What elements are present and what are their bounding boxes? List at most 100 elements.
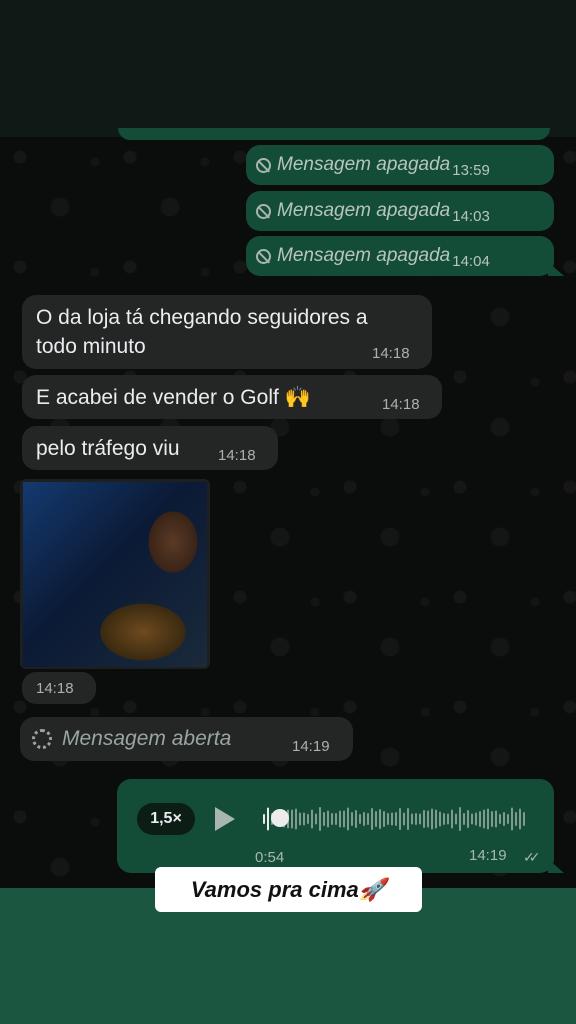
waveform-bar [263,814,265,824]
waveform-bar [499,814,501,824]
waveform-bar [307,814,309,824]
waveform-bar [515,812,517,826]
play-icon[interactable] [215,807,235,831]
waveform-bar [479,811,481,827]
photo-image[interactable] [23,482,207,667]
audio-message[interactable]: 1,5× 0:54 14:19 ✓✓ [117,779,564,873]
waveform-bar [447,813,449,825]
waveform-bar [495,810,497,828]
waveform-bar [431,808,433,830]
waveform-bar [403,812,405,826]
waveform-bar [319,807,321,831]
top-band [0,0,576,137]
waveform-bar [471,813,473,825]
waveform-bar [371,808,373,830]
audio-waveform[interactable] [263,801,533,837]
playback-speed-button[interactable]: 1,5× [137,803,195,835]
waveform-bar [443,813,445,825]
deleted-message[interactable]: Mensagem apagada 14:04 [246,236,564,276]
waveform-bar [315,813,317,825]
story-caption[interactable]: Vamos pra cima🚀 [155,867,422,912]
waveform-bar [451,809,453,829]
waveform-bar [339,810,341,828]
view-once-message[interactable]: Mensagem aberta 14:19 [20,717,353,761]
waveform-bar [419,813,421,825]
message-time: 14:03 [452,207,490,225]
deleted-text: Mensagem apagada [277,200,451,221]
incoming-message[interactable]: E acabei de vender o Golf 🙌 14:18 [22,375,442,419]
bubble-tail [548,859,564,873]
outgoing-bubble-partial[interactable] [118,128,550,140]
incoming-message[interactable]: pelo tráfego viu 14:18 [22,426,278,470]
playback-scrubber[interactable] [271,809,289,827]
waveform-bar [383,811,385,827]
deleted-icon [256,157,271,173]
incoming-message[interactable]: O da loja tá chegando seguidores a todo … [22,295,432,369]
photo-time-pill: 14:18 [22,672,96,704]
waveform-bar [311,809,313,829]
waveform-bar [335,813,337,825]
deleted-text: Mensagem apagada [277,245,451,266]
waveform-bar [367,813,369,825]
waveform-bar [391,812,393,826]
message-text-line: O da loja tá chegando seguidores a [36,306,368,329]
waveform-bar [267,807,269,831]
waveform-bar [363,812,365,826]
waveform-bar [483,809,485,829]
waveform-bar [375,811,377,827]
waveform-bar [523,812,525,826]
waveform-bar [399,808,401,830]
waveform-bar [427,810,429,828]
waveform-bar [323,812,325,826]
message-time: 14:04 [452,252,490,270]
waveform-bar [331,813,333,825]
deleted-text: Mensagem apagada [277,154,451,175]
waveform-bar [291,809,293,829]
message-text: E acabei de vender o Golf 🙌 [36,386,311,409]
waveform-bar [395,812,397,826]
waveform-bar [455,813,457,825]
waveform-bar [347,807,349,831]
bubble-tail [548,262,564,276]
waveform-bar [299,812,301,826]
waveform-bar [475,812,477,826]
photo-message[interactable] [20,479,210,669]
message-time: 14:19 [469,847,507,864]
view-once-text: Mensagem aberta [62,727,232,750]
waveform-bar [435,809,437,829]
waveform-bar [295,808,297,830]
message-time: 13:59 [452,161,490,179]
waveform-bar [439,811,441,827]
double-check-icon: ✓✓ [523,849,541,865]
waveform-bar [463,813,465,825]
waveform-bar [415,813,417,825]
audio-duration: 0:54 [255,849,285,866]
deleted-message[interactable]: Mensagem apagada 14:03 [246,191,554,231]
waveform-bar [411,813,413,825]
deleted-message[interactable]: Mensagem apagada 13:59 [246,145,554,185]
waveform-bar [387,813,389,825]
waveform-bar [467,810,469,828]
waveform-bar [519,808,521,830]
message-time: 14:19 [292,738,330,755]
waveform-bar [459,807,461,831]
waveform-bar [423,810,425,828]
view-once-spinner-icon [32,729,52,749]
waveform-bar [351,812,353,826]
waveform-bar [503,812,505,826]
waveform-bar [407,808,409,830]
waveform-bar [359,814,361,824]
deleted-icon [256,248,271,264]
waveform-bar [511,807,513,831]
waveform-bar [491,811,493,827]
message-time: 14:18 [36,680,74,697]
waveform-bar [507,814,509,824]
message-text-line: todo minuto [36,335,146,358]
message-time: 14:18 [372,345,410,362]
waveform-bar [327,810,329,828]
waveform-bar [379,809,381,829]
message-time: 14:18 [218,447,256,464]
waveform-bar [343,810,345,828]
waveform-bar [487,808,489,830]
caption-text: Vamos pra cima🚀 [190,876,387,902]
